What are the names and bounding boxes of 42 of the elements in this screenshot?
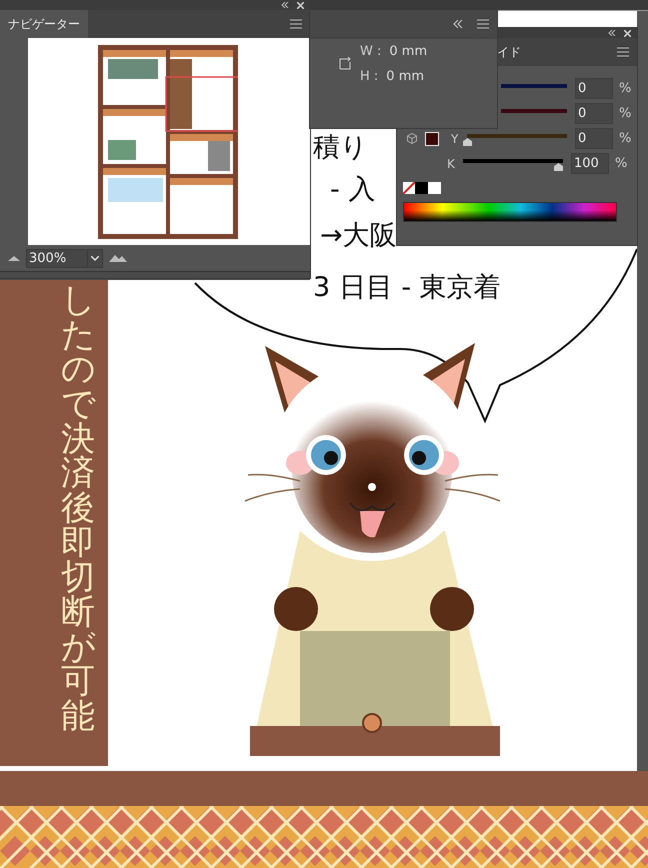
value-field[interactable]: 100 — [571, 153, 609, 174]
field-label: W : — [360, 44, 382, 59]
color-swatch[interactable] — [425, 132, 439, 146]
unit-label: % — [619, 106, 632, 121]
chevron-down-icon — [91, 256, 99, 260]
zoom-in-icon[interactable] — [109, 254, 127, 262]
slider-thumb[interactable] — [554, 163, 563, 171]
bubble-text: 3 日目 - 東京着 — [313, 271, 501, 305]
collapse-icon[interactable] — [608, 30, 616, 36]
slider-track[interactable] — [463, 159, 563, 163]
resize-grip[interactable] — [0, 271, 310, 280]
collapse-icon[interactable] — [281, 2, 289, 8]
slider-track[interactable] — [467, 134, 567, 138]
close-icon[interactable] — [624, 30, 631, 36]
bubble-text: →大阪 — [320, 219, 397, 253]
channel-label: K — [447, 156, 456, 170]
vertical-text: したので決済後即切断が可能 — [61, 283, 95, 738]
slider-track[interactable] — [501, 84, 567, 88]
slider-thumb[interactable] — [463, 138, 472, 146]
unit-label: % — [615, 156, 628, 171]
field-label: H : — [360, 69, 378, 84]
zoom-field[interactable]: 300% — [26, 248, 103, 268]
panel-tab[interactable]: イド — [497, 38, 529, 66]
zoom-out-icon[interactable] — [8, 255, 20, 261]
bubble-text: 積り — [313, 131, 368, 165]
value-field[interactable]: 0 — [575, 128, 613, 149]
size-icon — [338, 57, 352, 71]
slider-track[interactable] — [501, 109, 567, 113]
field-value[interactable]: 0 mm — [386, 69, 424, 84]
close-icon[interactable] — [297, 2, 304, 8]
value-field[interactable]: 0 — [575, 78, 613, 99]
panel-tab[interactable]: ナビゲーター — [0, 10, 88, 38]
field-value[interactable]: 0 mm — [389, 44, 428, 59]
value-field[interactable]: 0 — [575, 103, 613, 124]
cube-icon — [407, 133, 417, 144]
bubble-text: - 入 — [330, 173, 376, 207]
channel-label: Y — [451, 132, 460, 146]
unit-label: % — [619, 81, 632, 96]
dropdown-button[interactable] — [87, 250, 102, 266]
color-spectrum[interactable] — [403, 202, 617, 222]
unit-label: % — [619, 131, 632, 146]
fill-stroke-swatches[interactable] — [403, 182, 441, 194]
